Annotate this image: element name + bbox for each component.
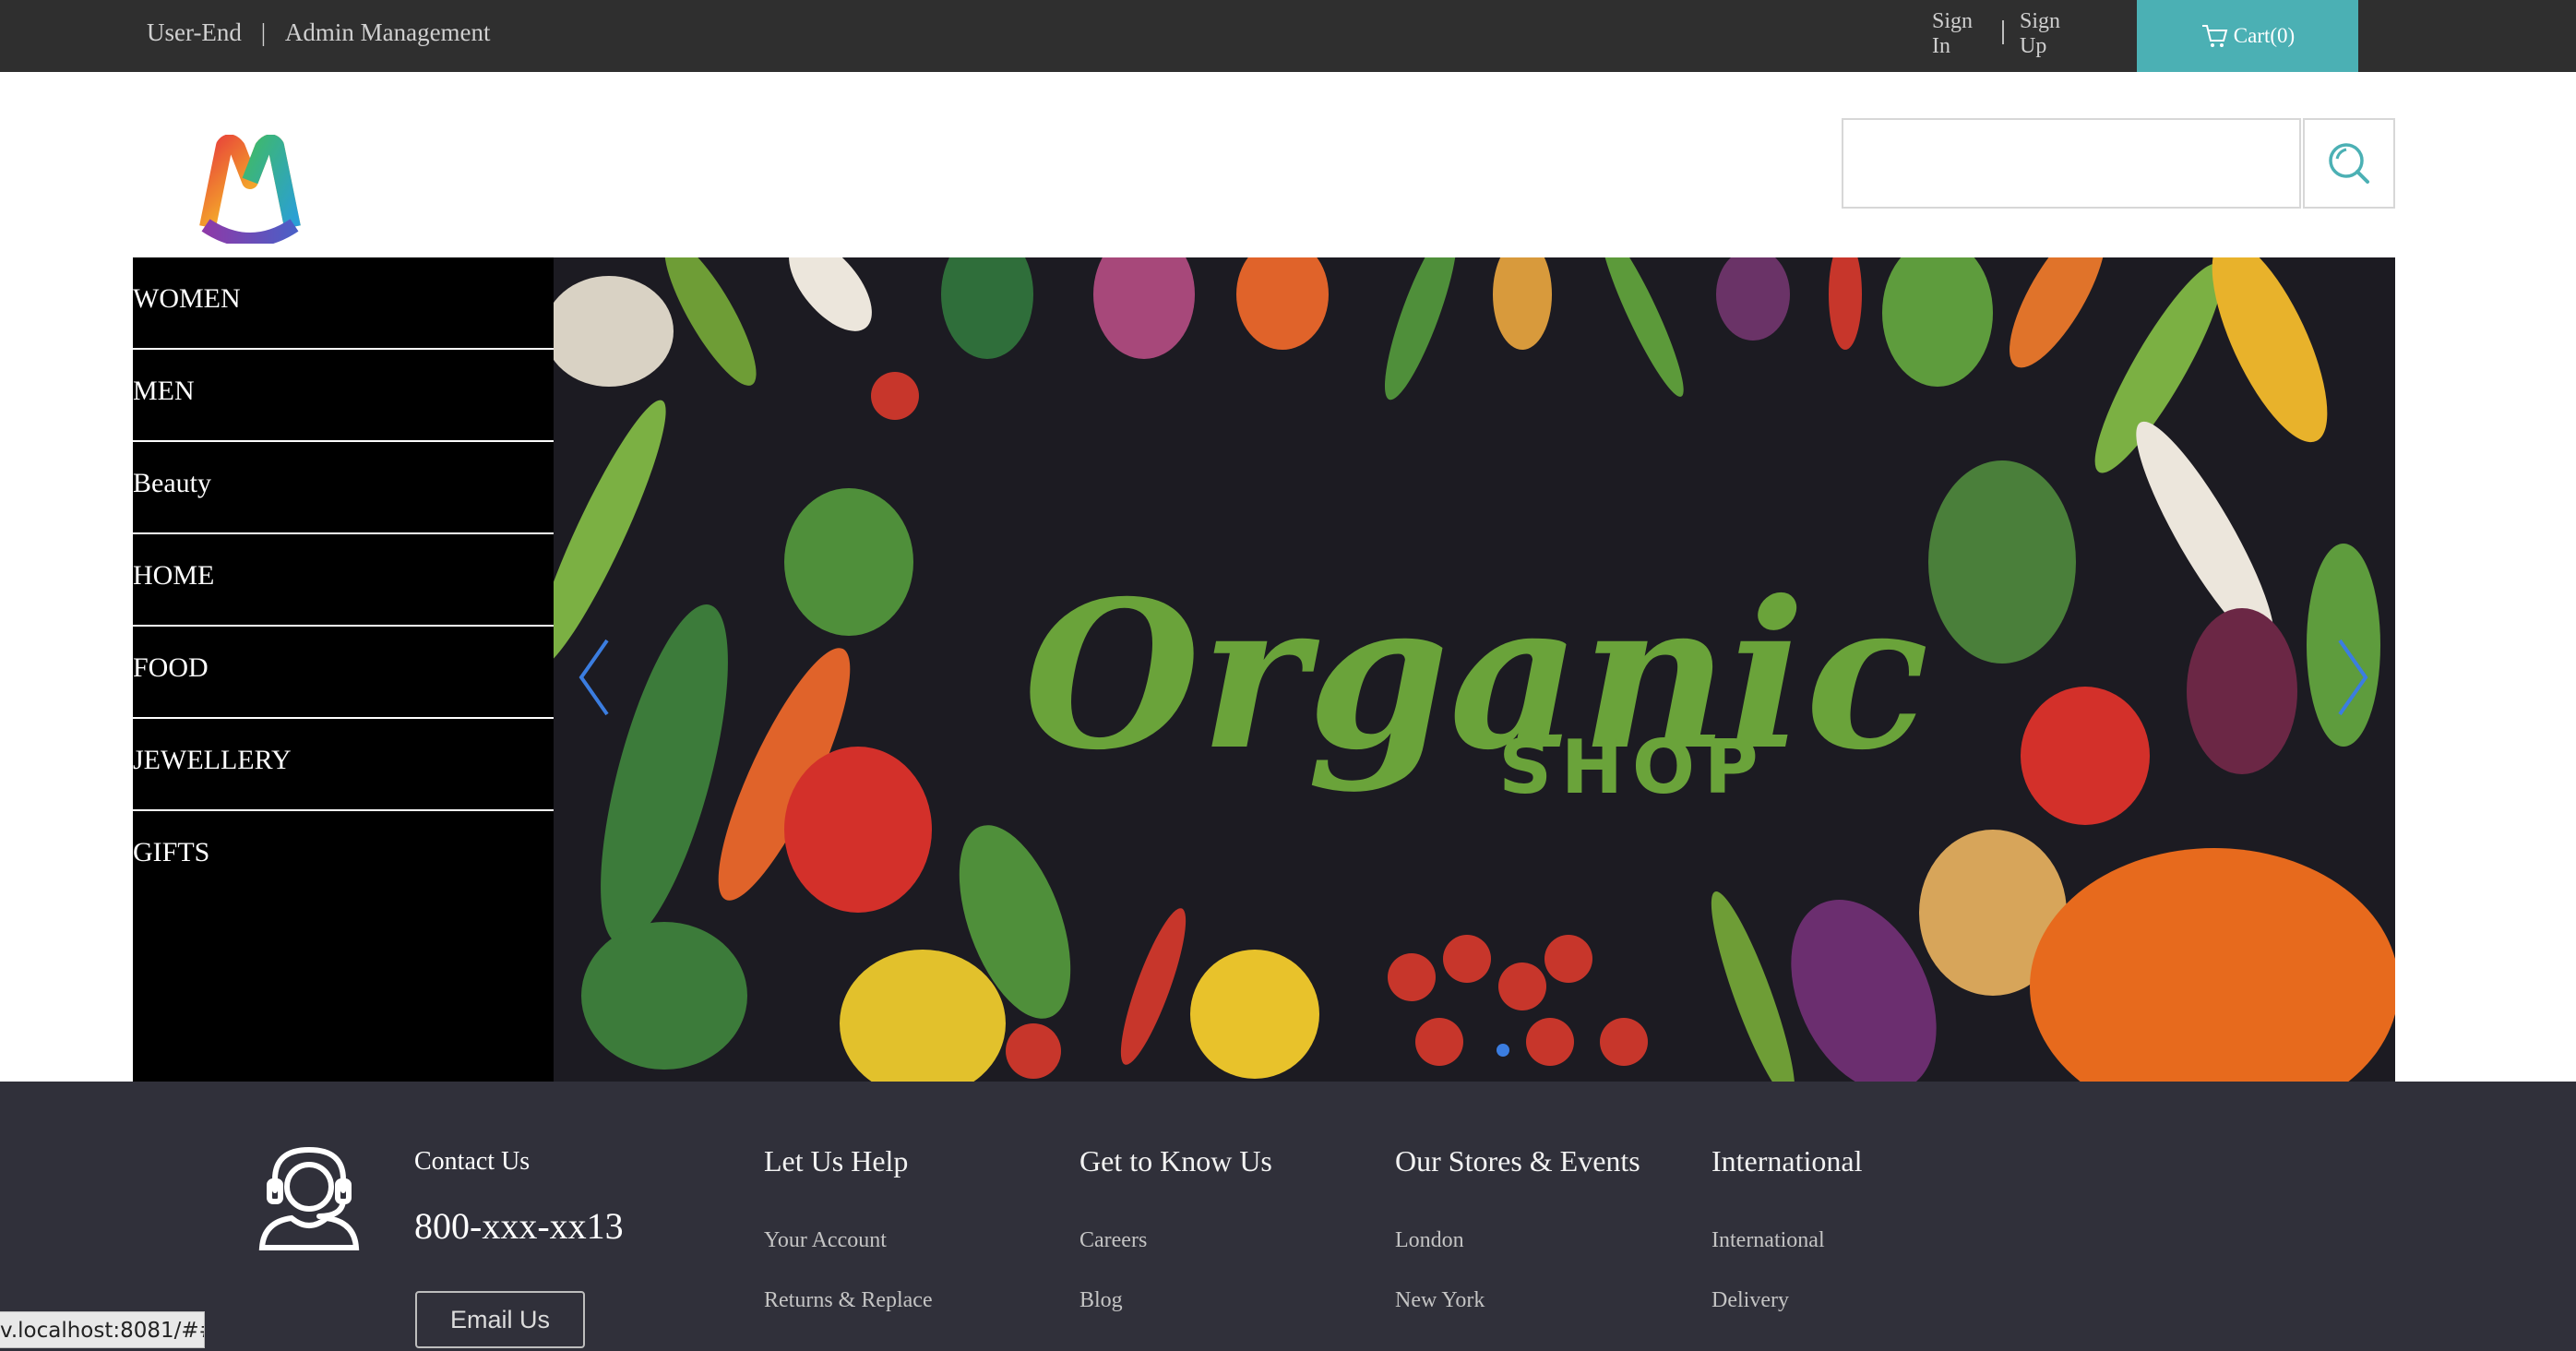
carousel-indicator-dot[interactable] [1497,1044,1509,1057]
footer-link-blog[interactable]: Blog [1079,1288,1123,1313]
footer-link-returns[interactable]: Returns & Replace [764,1288,933,1313]
cart-label: Cart(0) [2233,24,2296,47]
category-home[interactable]: HOME [133,534,554,627]
category-jewellery[interactable]: JEWELLERY [133,719,554,811]
sign-in-label-line1: Sign [1932,9,1974,33]
carousel-prev-arrow-icon[interactable] [566,631,622,723]
top-bar: User-End | Admin Management Sign In Sign… [0,0,2576,72]
search-icon [2329,143,2369,184]
category-men[interactable]: MEN [133,350,554,442]
sign-up-label-line2: Up [2020,34,2047,58]
browser-status-url: v.localhost:8081/## [0,1311,205,1348]
footer-link-careers[interactable]: Careers [1079,1228,1147,1253]
banner-subline: SHOP [1498,724,1767,810]
footer [0,1082,2576,1351]
nav-separator: | [260,18,267,46]
footer-link-international[interactable]: International [1711,1228,1825,1253]
footer-link-london[interactable]: London [1395,1228,1464,1253]
category-menu: WOMEN MEN Beauty HOME FOOD JEWELLERY GIF… [133,257,554,1082]
category-women[interactable]: WOMEN [133,257,554,350]
email-us-button[interactable]: Email Us [415,1291,585,1348]
user-end-link[interactable]: User-End [147,18,242,47]
footer-link-your-account[interactable]: Your Account [764,1228,887,1253]
customer-support-icon [258,1146,360,1250]
search-button[interactable] [2303,118,2395,209]
footer-link-new-york[interactable]: New York [1395,1288,1485,1313]
footer-col-title-stores: Our Stores & Events [1395,1144,1640,1178]
hero-carousel: Organic SHOP [554,257,2395,1082]
top-nav: User-End | Admin Management [147,18,491,47]
footer-link-delivery[interactable]: Delivery [1711,1288,1789,1313]
cart-icon [2201,25,2228,47]
sign-up-label-line1: Sign [2020,9,2061,33]
carousel-next-arrow-icon[interactable] [2325,631,2380,723]
auth-divider [2002,20,2004,44]
banner-headline: Organic [1023,556,1928,795]
category-food[interactable]: FOOD [133,627,554,719]
contact-phone: 800-xxx-xx13 [414,1205,624,1247]
contact-us-title: Contact Us [414,1147,531,1176]
vegetables-banner-image: Organic SHOP [554,257,2395,1082]
footer-col-title-international: International [1711,1144,1863,1178]
sign-up-link[interactable]: Sign Up [2020,9,2075,59]
admin-management-link[interactable]: Admin Management [285,18,491,47]
category-beauty[interactable]: Beauty [133,442,554,534]
cart-button[interactable]: Cart(0) [2137,0,2358,72]
search-input[interactable] [1842,118,2301,209]
brand-logo[interactable] [189,135,309,244]
sign-in-label-line2: In [1932,34,1950,58]
footer-col-title-help: Let Us Help [764,1144,909,1178]
sign-in-link[interactable]: Sign In [1932,9,1987,59]
category-gifts[interactable]: GIFTS [133,811,554,902]
footer-col-title-know-us: Get to Know Us [1079,1144,1272,1178]
